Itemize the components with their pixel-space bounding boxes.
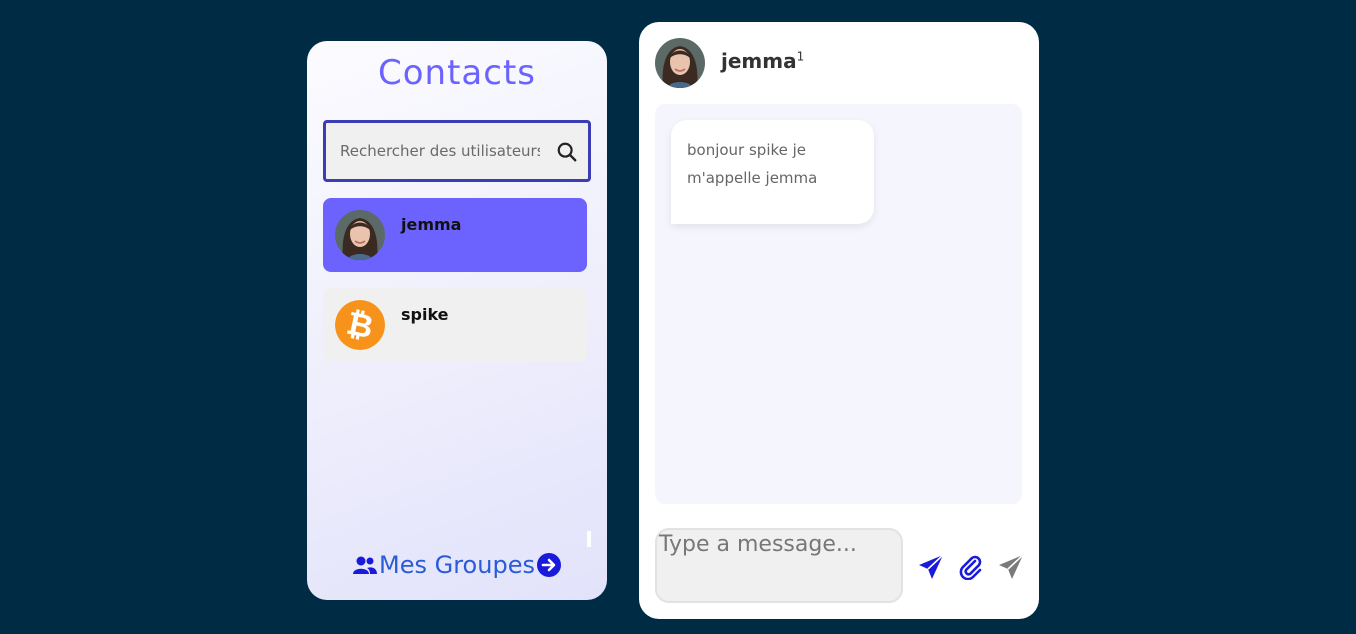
send-icon[interactable] (998, 554, 1024, 580)
search-icon[interactable] (556, 141, 578, 163)
contact-item-spike[interactable]: ₿ spike (323, 288, 587, 362)
message-input[interactable] (657, 530, 901, 601)
messages-area: bonjour spike je m'appelle jemma (655, 104, 1022, 504)
send-icon[interactable] (918, 554, 944, 580)
chat-panel: jemma1 bonjour spike je m'appelle jemma (639, 22, 1039, 619)
contact-name: jemma (401, 215, 462, 234)
groups-link-label: Mes Groupes (379, 551, 535, 579)
users-icon (353, 556, 378, 574)
jemma-avatar (335, 210, 385, 260)
chat-contact-name: jemma1 (721, 49, 804, 73)
contacts-panel: Contacts jemma ₿ spike (307, 41, 607, 600)
scrollbar[interactable] (587, 531, 591, 547)
search-box[interactable] (323, 120, 591, 182)
search-input[interactable] (340, 123, 540, 179)
arrow-right-circle-icon (536, 553, 561, 577)
message-bubble: bonjour spike je m'appelle jemma (671, 120, 874, 224)
paperclip-icon[interactable] (958, 554, 984, 580)
groups-link[interactable]: Mes Groupes (307, 551, 607, 579)
contact-name: spike (401, 305, 449, 324)
unread-count: 1 (796, 49, 805, 64)
contacts-title: Contacts (378, 53, 536, 93)
chat-contact-avatar (655, 38, 705, 88)
message-composer[interactable] (655, 528, 903, 603)
chat-contact-name-text: jemma (721, 49, 797, 73)
bitcoin-avatar: ₿ (335, 300, 385, 350)
contact-item-jemma[interactable]: jemma (323, 198, 587, 272)
